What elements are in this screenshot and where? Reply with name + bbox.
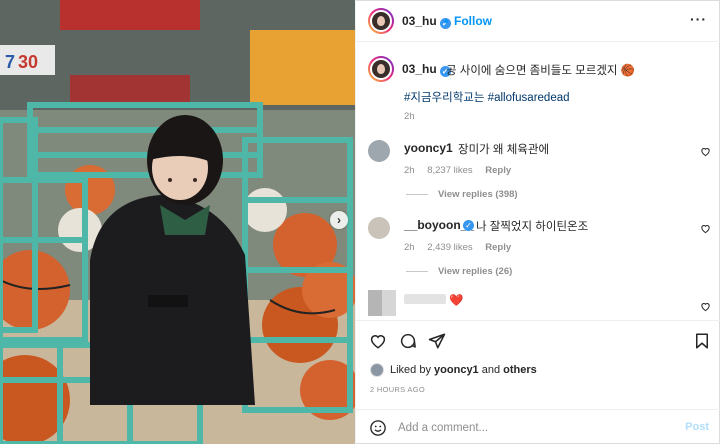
- follow-button[interactable]: Follow: [454, 14, 492, 28]
- comment-meta: 2h 8,237 likes Reply: [404, 165, 521, 176]
- caption-hashtags: #지금우리학교는 #allofusaredead: [404, 89, 570, 105]
- blurred-avatar: [368, 290, 382, 316]
- share-icon[interactable]: [428, 332, 446, 350]
- post-actions: Liked by yooncy1 and others 2 HOURS AGO …: [356, 320, 720, 444]
- author-avatar[interactable]: [368, 8, 394, 34]
- replies-line: [406, 193, 428, 195]
- follow-separator: •: [444, 14, 449, 28]
- like-comment-icon[interactable]: [700, 223, 711, 234]
- svg-text:7: 7: [5, 52, 15, 72]
- post-comment-button[interactable]: Post: [685, 421, 709, 433]
- post-details-panel: 03_hu ✓ • Follow ··· 03_hu ✓ 공 사이에 숨으면 좀비들…: [355, 0, 720, 444]
- post-header: 03_hu ✓ • Follow ···: [356, 0, 720, 42]
- add-comment-bar: Post: [356, 409, 720, 444]
- comment-text: 장미가 왜 체육관에: [458, 144, 550, 156]
- more-options-icon[interactable]: ···: [690, 11, 707, 27]
- comment-likes[interactable]: 2,439 likes: [427, 242, 472, 253]
- comment-time: 2h: [404, 165, 415, 176]
- hashtag-link[interactable]: #지금우리학교는: [404, 92, 484, 104]
- like-comment-icon[interactable]: [700, 146, 711, 157]
- liked-by-user[interactable]: yooncy1: [434, 364, 479, 376]
- liked-by-prefix: Liked by: [390, 364, 431, 376]
- liked-by-others[interactable]: others: [503, 364, 537, 376]
- comment-input[interactable]: [398, 419, 668, 437]
- svg-text:30: 30: [18, 52, 38, 72]
- caption-username: 03_hu: [402, 62, 437, 76]
- emoji-icon[interactable]: [369, 419, 387, 437]
- commenter-avatar[interactable]: [368, 140, 390, 162]
- commenter-avatar[interactable]: [368, 217, 390, 239]
- view-replies-button[interactable]: View replies (26): [406, 266, 512, 277]
- liked-by: Liked by yooncy1 and others: [370, 363, 537, 377]
- post-time[interactable]: 2 HOURS AGO: [370, 385, 425, 394]
- comment-text: ❤️: [449, 295, 464, 307]
- comment-icon[interactable]: [399, 332, 417, 350]
- reply-button[interactable]: Reply: [485, 242, 511, 253]
- caption-author-avatar[interactable]: [368, 56, 394, 82]
- comment-meta: 2h 2,439 likes Reply: [404, 242, 521, 253]
- view-replies-label: View replies (398): [438, 189, 518, 200]
- like-comment-icon[interactable]: [700, 301, 711, 312]
- comment-likes[interactable]: 8,237 likes: [427, 165, 472, 176]
- like-icon[interactable]: [369, 332, 387, 350]
- liked-by-avatar[interactable]: [370, 363, 384, 377]
- view-replies-button[interactable]: View replies (398): [406, 189, 518, 200]
- caption-username-link[interactable]: 03_hu ✓: [402, 62, 451, 77]
- blurred-username: [404, 294, 446, 304]
- view-replies-label: View replies (26): [438, 266, 513, 277]
- reply-button[interactable]: Reply: [485, 165, 511, 176]
- replies-line: [406, 270, 428, 272]
- chevron-right-icon: ›: [337, 213, 341, 227]
- hashtag-link[interactable]: #allofusaredead: [488, 92, 570, 104]
- caption-time: 2h: [404, 111, 415, 122]
- post-photo[interactable]: 7 30 ›: [0, 0, 355, 444]
- save-icon[interactable]: [693, 332, 711, 350]
- comment-time: 2h: [404, 242, 415, 253]
- author-username: 03_hu: [402, 14, 437, 28]
- caption-text: 공 사이에 숨으면 좀비들도 모르겠지 🏀: [446, 65, 635, 77]
- commenter-username[interactable]: yooncy1: [404, 141, 453, 155]
- liked-by-and: and: [481, 364, 501, 376]
- blurred-avatar-part: [382, 290, 396, 316]
- comment-text: 나 잘찍었지 하이틴온조: [476, 221, 589, 233]
- next-photo-button[interactable]: ›: [330, 211, 348, 229]
- verified-icon: ✓: [463, 220, 474, 231]
- photo-illustration: 7 30: [0, 0, 355, 444]
